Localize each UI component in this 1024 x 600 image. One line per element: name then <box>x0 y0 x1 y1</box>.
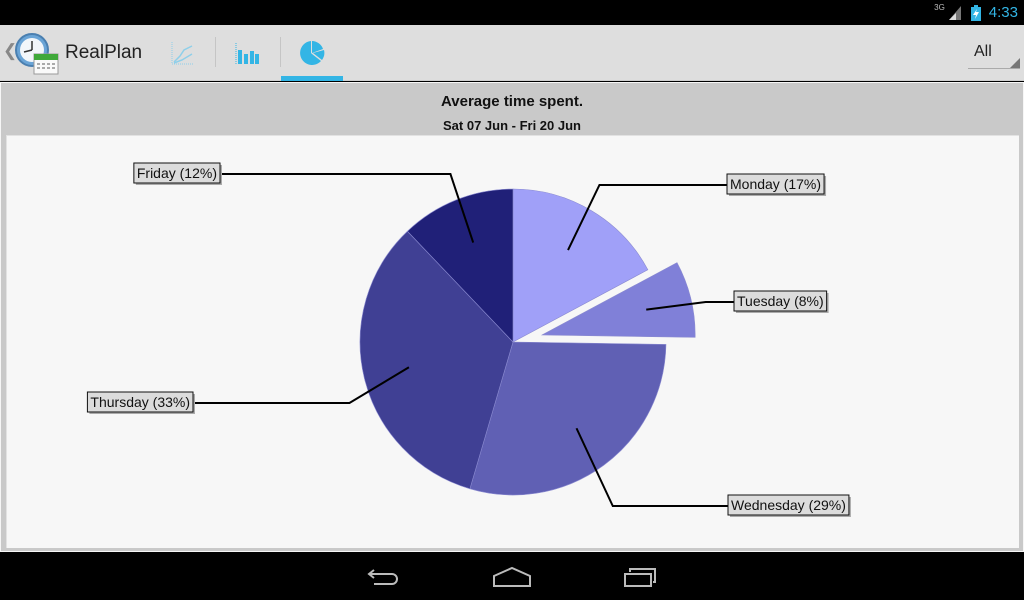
dropdown-triangle-icon <box>1010 58 1020 68</box>
signal-icon <box>948 5 961 20</box>
pie-label-wednesday: Wednesday (29%) <box>727 494 851 517</box>
battery-charging-icon <box>970 4 981 21</box>
chart-title: Average time spent. <box>441 93 583 110</box>
filter-dropdown[interactable]: All <box>968 37 1020 69</box>
pie-label-text: Thursday (33%) <box>90 394 190 410</box>
pie-label-text: Friday (12%) <box>137 165 217 181</box>
pie-chart: Monday (17%) Tuesday (8%) Wednesday (29%) T… <box>86 162 851 517</box>
app-title: RealPlan <box>65 42 143 63</box>
chart-frame: Average time spent. Sat 07 Jun - Fri 20 … <box>1 83 1023 551</box>
pie-chart-icon <box>300 41 325 65</box>
line-chart-icon <box>171 42 194 65</box>
tab-line-chart[interactable] <box>152 25 214 81</box>
chart-panel: Average time spent. Sat 07 Jun - Fri 20 … <box>0 82 1024 552</box>
bar-chart-icon <box>235 43 259 64</box>
filter-selected-value: All <box>974 43 992 60</box>
tab-bar-chart[interactable] <box>216 25 278 81</box>
chart-subtitle: Sat 07 Jun - Fri 20 Jun <box>443 118 581 133</box>
pie-label-text: Wednesday (29%) <box>731 497 846 513</box>
back-button[interactable] <box>360 562 408 592</box>
system-navigation-bar <box>0 552 1024 600</box>
pie-label-friday: Friday (12%) <box>133 162 222 185</box>
pie-label-tuesday: Tuesday (8%) <box>733 290 829 313</box>
home-icon <box>493 566 531 587</box>
tab-pie-chart[interactable] <box>281 25 343 81</box>
network-type-label: 3G <box>934 3 945 12</box>
status-icons: 3G 4:33 <box>934 2 1018 23</box>
home-button[interactable] <box>488 562 536 592</box>
pie-label-monday: Monday (17%) <box>726 173 827 196</box>
recent-apps-button[interactable] <box>616 562 664 592</box>
app-logo-icon[interactable] <box>14 32 60 76</box>
pie-label-text: Tuesday (8%) <box>737 293 824 309</box>
chart-area: Monday (17%) Tuesday (8%) Wednesday (29%) T… <box>6 135 1019 548</box>
pie-label-thursday: Thursday (33%) <box>86 391 195 414</box>
action-bar: ❮ RealPlan All <box>0 25 1024 81</box>
pie-label-text: Monday (17%) <box>730 176 821 192</box>
chart-header: Average time spent. Sat 07 Jun - Fri 20 … <box>1 83 1023 135</box>
back-icon <box>367 569 398 585</box>
clock: 4:33 <box>988 4 1018 21</box>
status-bar: 3G 4:33 <box>0 0 1024 25</box>
recent-apps-icon <box>624 568 656 587</box>
